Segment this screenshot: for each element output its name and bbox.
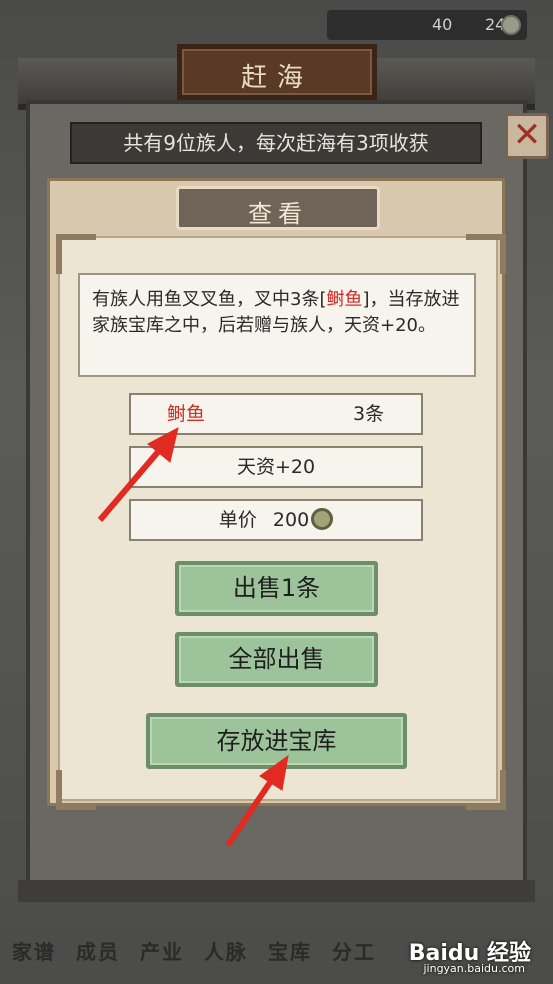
tab-division[interactable]: 分工	[332, 936, 376, 965]
price-row: 单价 200	[129, 499, 423, 541]
title-plaque: 赶海	[177, 44, 377, 100]
item-name: 鲥鱼	[167, 403, 206, 425]
tab-members[interactable]: 成员	[76, 936, 120, 965]
sell-all-button[interactable]: 全部出售	[175, 632, 378, 687]
store-button[interactable]: 存放进宝库	[146, 713, 407, 769]
corner-ornament	[56, 234, 96, 274]
price-value: 200	[272, 509, 310, 531]
price-label: 单价	[218, 509, 257, 531]
corner-ornament	[466, 770, 506, 810]
frame-base	[18, 880, 535, 902]
description-box: 有族人用鱼叉叉鱼，叉中3条[鲥鱼]，当存放进家族宝库之中，后若赠与族人，天资+2…	[78, 273, 476, 377]
resource-a-value: 40	[432, 15, 453, 34]
resource-counter: 40 24	[327, 10, 527, 40]
item-row: 鲥鱼 3条	[129, 393, 423, 435]
corner-ornament	[466, 234, 506, 274]
attribute-row: 天资+20	[129, 446, 423, 488]
watermark-url: jingyan.baidu.com	[423, 962, 525, 975]
attribute-text: 天资+20	[236, 456, 316, 478]
tab-genealogy[interactable]: 家谱	[12, 936, 56, 965]
page-title: 赶海	[240, 63, 313, 93]
item-count: 3条	[353, 403, 385, 425]
description-highlight: 鲥鱼	[326, 289, 363, 310]
description-text: 有族人用鱼叉叉鱼，叉中3条[	[92, 289, 327, 310]
info-bar: 共有9位族人，每次赶海有3项收获	[70, 122, 482, 164]
coin-icon	[501, 15, 521, 35]
dialog-title: 查看	[248, 200, 308, 228]
dialog-header: 查看	[176, 186, 380, 230]
tab-treasury[interactable]: 宝库	[268, 936, 312, 965]
tab-industry[interactable]: 产业	[140, 936, 184, 965]
close-button[interactable]: ✕	[505, 113, 549, 159]
coin-icon	[311, 507, 334, 530]
tab-network[interactable]: 人脉	[204, 936, 248, 965]
sell-one-button[interactable]: 出售1条	[175, 561, 378, 616]
corner-ornament	[56, 770, 96, 810]
